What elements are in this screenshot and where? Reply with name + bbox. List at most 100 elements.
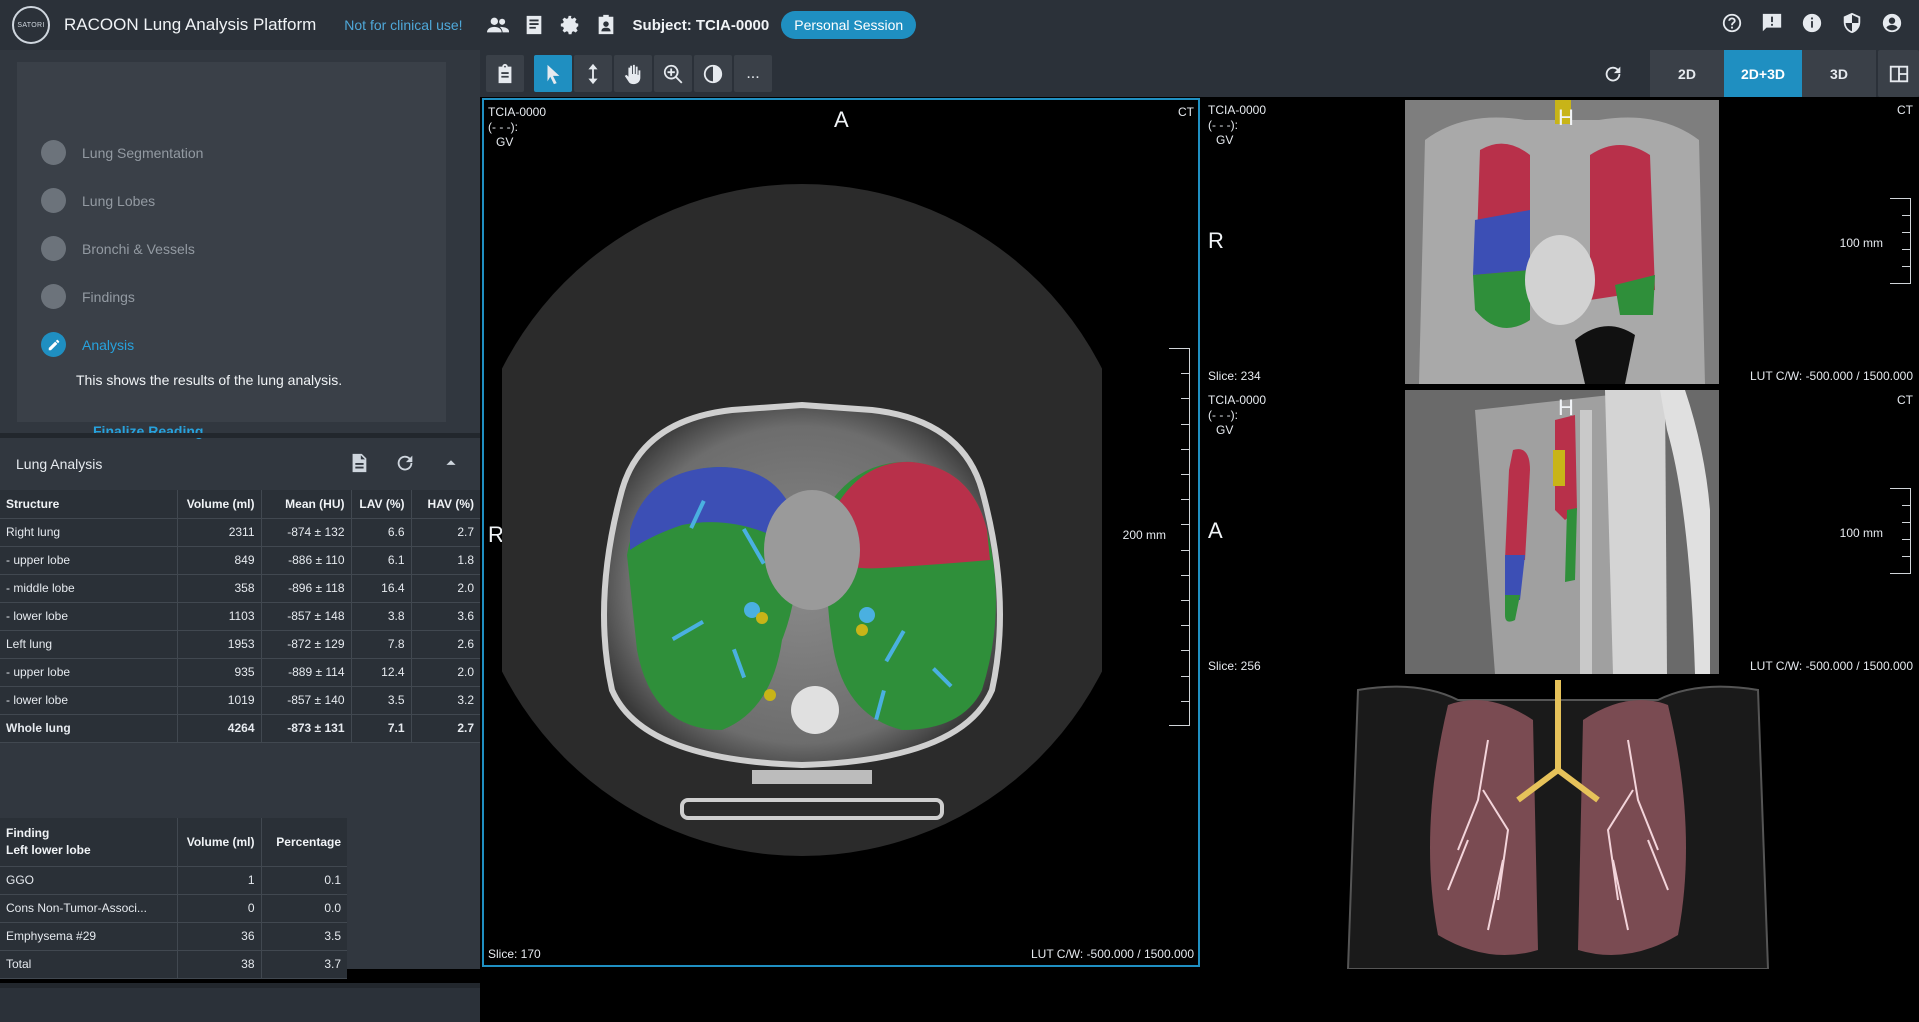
top-bar: SATORI RACOON Lung Analysis Platform Not… (0, 0, 1919, 50)
table-header-row: Finding Left lower lobe Volume (ml) Perce… (0, 818, 347, 867)
view-2d3d-button[interactable]: 2D+3D (1724, 50, 1802, 97)
scale-bar (1890, 488, 1911, 574)
table-cell: 4264 (177, 714, 262, 743)
slice-label: Slice: 256 (1208, 659, 1261, 673)
table-row: - middle lobe 358 -896 ± 118 16.4 2.0 (0, 574, 480, 603)
subject-label: Subject: TCIA-0000 (632, 16, 770, 34)
slice-label: Slice: 234 (1208, 369, 1261, 383)
step-dot (41, 236, 66, 261)
column-header: Finding Left lower lobe (0, 818, 178, 867)
table-cell: - middle lobe (0, 574, 178, 603)
scale-bar (1169, 348, 1190, 726)
table-cell: - upper lobe (0, 658, 178, 687)
viewport-info: TCIA-0000 (- - -): GV (1208, 103, 1267, 147)
pan-icon[interactable] (614, 55, 652, 92)
step-description: This shows the results of the lung analy… (76, 372, 343, 388)
table-row: GGO 1 0.1 (0, 866, 347, 895)
volume-3d-viewport[interactable] (1204, 680, 1919, 969)
step-lung-segmentation[interactable]: Lung Segmentation (41, 140, 203, 165)
table-cell: -874 ± 132 (261, 518, 352, 547)
view-3d-button[interactable]: 3D (1802, 50, 1876, 97)
viewport-info: TCIA-0000 (- - -): GV (488, 105, 547, 149)
table-cell: -857 ± 148 (261, 602, 352, 631)
step-findings[interactable]: Findings (41, 284, 135, 309)
table-cell: 7.8 (351, 630, 412, 659)
collapsed-panel-bar (0, 983, 480, 1022)
feedback-icon[interactable] (1761, 12, 1783, 34)
step-dot (41, 188, 66, 213)
column-header: Volume (ml) (177, 818, 262, 867)
column-header: Structure (0, 490, 178, 519)
orientation-top: A (834, 107, 849, 132)
lung-analysis-table: Structure Volume (ml) Mean (HU) LAV (%) … (0, 490, 480, 743)
step-lung-lobes[interactable]: Lung Lobes (41, 188, 155, 213)
contrast-icon[interactable] (694, 55, 732, 92)
lung-3d-render (1346, 680, 1770, 969)
table-cell: Emphysema #29 (0, 922, 178, 951)
refresh-icon[interactable] (1594, 55, 1632, 92)
more-tools-button[interactable]: ... (734, 55, 772, 92)
table-cell: Whole lung (0, 714, 178, 743)
table-cell: 38 (177, 950, 262, 979)
table-row: - lower lobe 1019 -857 ± 140 3.5 3.2 (0, 686, 480, 715)
scale-label: 100 mm (1839, 236, 1883, 250)
table-cell: 1019 (177, 686, 262, 715)
clipboard-icon[interactable] (486, 55, 524, 92)
help-icon[interactable] (1721, 12, 1743, 34)
coronal-viewport[interactable]: TCIA-0000 (- - -): GV CT H R 100 mm Slic… (1204, 100, 1919, 386)
scale-label: 100 mm (1839, 526, 1883, 540)
refresh-icon[interactable] (394, 452, 416, 474)
badge-icon[interactable] (593, 12, 619, 38)
sagittal-viewport[interactable]: TCIA-0000 (- - -): GV CT H A 100 mm Slic… (1204, 390, 1919, 676)
viewer-toolbar: ... 2D 2D+3D 3D (480, 50, 1919, 97)
step-bronchi-vessels[interactable]: Bronchi & Vessels (41, 236, 195, 261)
table-cell: 3.6 (411, 602, 480, 631)
table-cell: - lower lobe (0, 602, 178, 631)
table-cell: 3.8 (351, 602, 412, 631)
info-icon[interactable] (1801, 12, 1823, 34)
table-cell: - upper lobe (0, 546, 178, 575)
orientation-top: H (1558, 395, 1574, 420)
table-cell: Left lung (0, 630, 178, 659)
table-cell: GGO (0, 866, 178, 895)
list-icon[interactable] (521, 12, 547, 38)
collapse-icon[interactable] (440, 452, 462, 474)
orientation-left: R (1208, 228, 1224, 253)
gear-icon[interactable] (557, 12, 583, 38)
personal-session-button[interactable]: Personal Session (781, 11, 917, 39)
zoom-icon[interactable] (654, 55, 692, 92)
slice-label: Slice: 170 (488, 947, 541, 961)
findings-table: Finding Left lower lobe Volume (ml) Perce… (0, 818, 347, 979)
table-cell: 2.7 (411, 714, 480, 743)
table-cell: 3.5 (261, 922, 347, 951)
shield-icon[interactable] (1841, 12, 1863, 34)
table-cell: -872 ± 129 (261, 630, 352, 659)
table-cell: -886 ± 110 (261, 546, 352, 575)
app-title: RACOON Lung Analysis Platform (64, 15, 317, 34)
step-dot (41, 140, 66, 165)
table-row: Cons Non-Tumor-Associ... 0 0.0 (0, 894, 347, 923)
column-header: Volume (ml) (177, 490, 262, 519)
document-icon[interactable] (348, 452, 370, 474)
account-icon[interactable] (1881, 12, 1903, 34)
layout-icon[interactable] (1878, 50, 1919, 97)
table-cell: 36 (177, 922, 262, 951)
column-header: LAV (%) (351, 490, 412, 519)
users-icon[interactable] (485, 12, 511, 38)
view-2d-button[interactable]: 2D (1650, 50, 1724, 97)
pointer-icon[interactable] (534, 55, 572, 92)
step-analysis[interactable]: Analysis (41, 332, 134, 357)
satori-logo: SATORI (12, 6, 50, 44)
lut-label: LUT C/W: -500.000 / 1500.000 (1750, 659, 1913, 673)
table-cell: 3.7 (261, 950, 347, 979)
table-cell: Total (0, 950, 178, 979)
axial-viewport[interactable]: TCIA-0000 (- - -): GV CT A R 200 mm Slic… (482, 98, 1200, 967)
lut-label: LUT C/W: -500.000 / 1500.000 (1750, 369, 1913, 383)
table-cell: 1103 (177, 602, 262, 631)
table-cell: 358 (177, 574, 262, 603)
table-row: - upper lobe 935 -889 ± 114 12.4 2.0 (0, 658, 480, 687)
table-cell: 2311 (177, 518, 262, 547)
scroll-icon[interactable] (574, 55, 612, 92)
table-cell: -896 ± 118 (261, 574, 352, 603)
table-cell: 849 (177, 546, 262, 575)
